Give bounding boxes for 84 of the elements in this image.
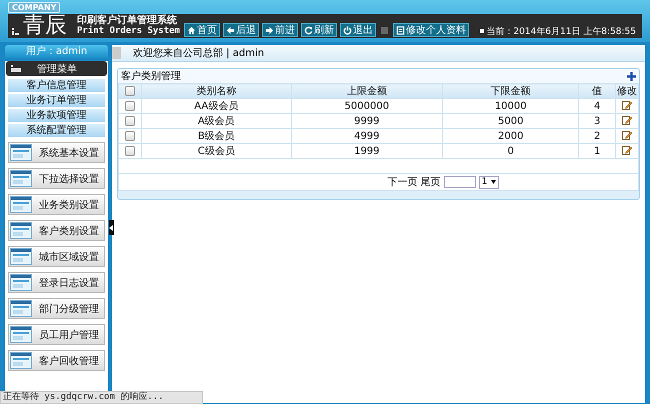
- power-icon: [342, 26, 352, 34]
- window-icon: [10, 196, 32, 213]
- window-icon: [10, 144, 32, 161]
- add-icon[interactable]: [627, 72, 636, 80]
- table-cell: 4999: [354, 130, 380, 142]
- window-icon: [10, 274, 32, 291]
- table-cell: 0: [508, 146, 514, 156]
- row-checkbox[interactable]: [125, 130, 135, 141]
- table-cell: 2: [594, 130, 600, 142]
- menu-header: 管理菜单: [6, 61, 107, 76]
- logo-text: 青辰: [23, 14, 67, 38]
- document-icon: [396, 26, 405, 34]
- select-all-checkbox[interactable]: [125, 86, 135, 96]
- welcome-text: 欢迎您来自公司总部 | admin: [133, 46, 264, 60]
- window-icon: [10, 326, 32, 343]
- menu-section[interactable]: 业务订单管理: [7, 93, 106, 108]
- table-cell: 9999: [354, 116, 380, 126]
- app-subtitle: Print Orders System: [77, 26, 180, 37]
- nav-button[interactable]: 刷新: [300, 23, 337, 37]
- left-arrow-icon: [226, 26, 235, 34]
- bars-icon: [12, 28, 19, 34]
- menu-section[interactable]: 系统配置管理: [7, 123, 106, 138]
- column-header: 上限金额: [291, 84, 443, 98]
- nav-button[interactable]: 后退: [222, 23, 259, 37]
- row-checkbox[interactable]: [125, 146, 135, 156]
- menu-item[interactable]: 客户类别设置: [8, 220, 105, 241]
- collapse-handle[interactable]: [109, 220, 114, 235]
- column-header: 修改: [616, 84, 638, 98]
- column-header: 值: [578, 84, 616, 98]
- menu-item[interactable]: 员工用户管理: [8, 324, 105, 345]
- table-cell: 5000000: [344, 100, 390, 112]
- caret-icon: [491, 180, 496, 184]
- window-icon: [10, 222, 32, 239]
- menu-item[interactable]: 系统基本设置: [8, 142, 105, 163]
- table-cell: C级会员: [198, 146, 235, 157]
- toggle-block[interactable]: [112, 47, 121, 59]
- separator-square: [380, 26, 388, 34]
- table-cell: A级会员: [198, 116, 235, 127]
- menu-item[interactable]: 登录日志设置: [8, 272, 105, 293]
- window-icon: [10, 352, 32, 369]
- table-cell: 2000: [498, 130, 524, 142]
- column-header: 下限金额: [442, 84, 579, 98]
- row-checkbox[interactable]: [125, 116, 135, 126]
- table-cell: 3: [594, 116, 600, 126]
- table-cell: 4: [594, 100, 600, 112]
- nav-button[interactable]: 首页: [184, 23, 220, 37]
- table-cell: 10000: [494, 100, 527, 112]
- page-select[interactable]: 1: [478, 176, 500, 188]
- window-icon: [10, 170, 32, 187]
- app-title: 印刷客户订单管理系统: [77, 15, 178, 26]
- page-input[interactable]: [444, 176, 476, 188]
- edit-icon[interactable]: [622, 114, 632, 124]
- nav-button[interactable]: 退出: [340, 23, 376, 37]
- menu-section[interactable]: 业务款项管理: [7, 108, 106, 123]
- home-icon: [186, 26, 196, 34]
- edit-icon[interactable]: [622, 144, 632, 154]
- table-cell: B级会员: [198, 131, 235, 142]
- status-bar: 正在等待 ys.gdqcrw.com 的响应...: [0, 391, 203, 404]
- menu-item[interactable]: 城市区域设置: [8, 246, 105, 267]
- nav-button[interactable]: 前进: [262, 23, 298, 37]
- nav-button[interactable]: 修改个人资料: [392, 23, 469, 37]
- menu-item[interactable]: 客户回收管理: [8, 350, 105, 371]
- grid-icon: [11, 65, 21, 72]
- edit-icon[interactable]: [622, 100, 632, 110]
- right-arrow-icon: [264, 26, 274, 34]
- refresh-icon: [304, 26, 313, 34]
- company-badge: COMPANY: [8, 2, 60, 13]
- table-cell: 1999: [354, 146, 380, 156]
- window-icon: [10, 248, 32, 265]
- menu-item[interactable]: 下拉选择设置: [8, 168, 105, 189]
- menu-item[interactable]: 业务类别设置: [8, 194, 105, 215]
- menu-section[interactable]: 客户信息管理: [7, 78, 106, 93]
- row-checkbox[interactable]: [125, 100, 135, 111]
- clock-text: 当前：2014年6月11日 上午8:58:55: [480, 24, 636, 38]
- table-cell: AA级会员: [194, 101, 238, 112]
- page-link[interactable]: 尾页: [420, 175, 441, 189]
- table-cell: 1: [594, 146, 600, 156]
- column-header: 类别名称: [142, 84, 292, 98]
- page-link[interactable]: 下一页: [388, 175, 418, 189]
- table-cell: 5000: [498, 116, 524, 126]
- edit-icon[interactable]: [622, 130, 632, 140]
- menu-item[interactable]: 部门分级管理: [8, 298, 105, 319]
- window-icon: [10, 300, 32, 317]
- panel-title: 客户类别管理: [121, 70, 181, 83]
